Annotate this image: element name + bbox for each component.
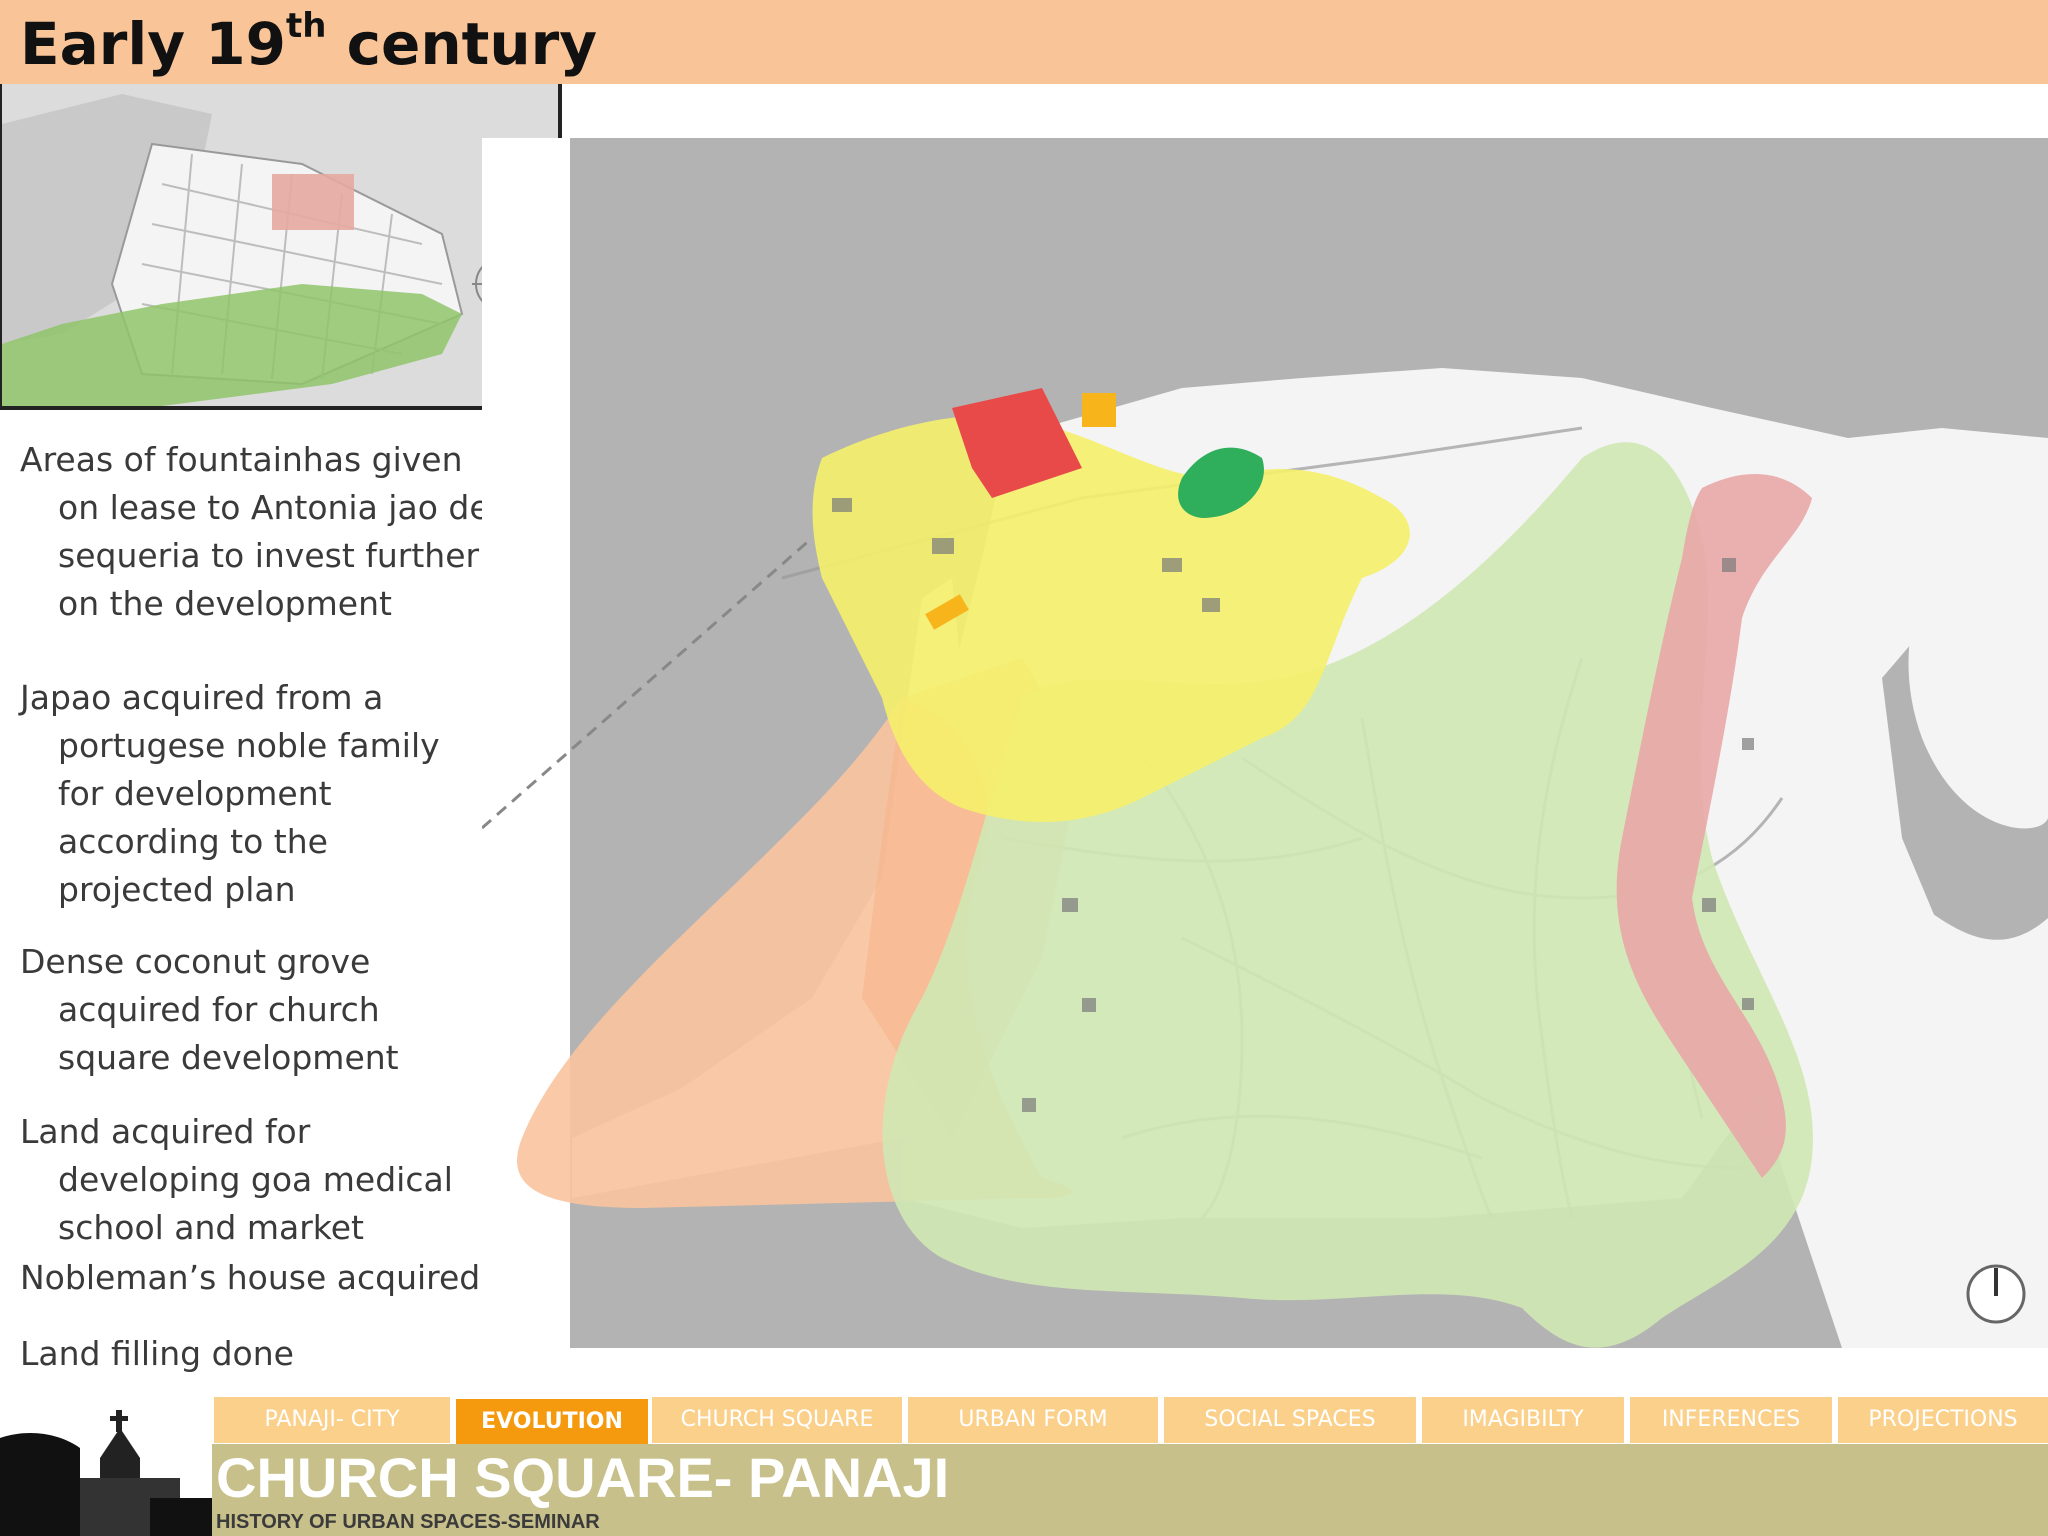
- tab-panaji-city[interactable]: PANAJI- CITY: [214, 1397, 450, 1443]
- evolution-map: [481, 138, 2048, 1354]
- footer-bar: CHURCH SQUARE- PANAJI HISTORY OF URBAN S…: [212, 1444, 2048, 1536]
- note-japao: Japao acquired from a portugese noble fa…: [20, 678, 440, 909]
- note-coconut-grove: Dense coconut grove acquired for church …: [20, 942, 399, 1077]
- church-logo-icon: [0, 1398, 212, 1536]
- note-nobleman-house: Nobleman’s house acquired: [20, 1258, 481, 1297]
- nav-tabs: PANAJI- CITY EVOLUTION CHURCH SQUARE URB…: [212, 1397, 2048, 1445]
- tab-urban-form[interactable]: URBAN FORM: [908, 1397, 1158, 1443]
- tab-inferences[interactable]: INFERENCES: [1630, 1397, 1832, 1443]
- tab-social-spaces[interactable]: SOCIAL SPACES: [1164, 1397, 1416, 1443]
- tab-church-square[interactable]: CHURCH SQUARE: [652, 1397, 902, 1443]
- note-fountainhas: Areas of fountainhas given on lease to A…: [20, 440, 490, 623]
- tab-evolution[interactable]: EVOLUTION: [456, 1399, 648, 1445]
- note-land-filling: Land filling done: [20, 1334, 294, 1373]
- tab-projections[interactable]: PROJECTIONS: [1838, 1397, 2048, 1443]
- orange-block-1: [1082, 393, 1116, 427]
- slide-title: Early 19th century: [20, 6, 598, 78]
- note-medical-school: Land acquired for developing goa medical…: [20, 1112, 453, 1247]
- footer-subtitle: HISTORY OF URBAN SPACES-SEMINAR: [216, 1511, 600, 1533]
- tab-imagibilty[interactable]: IMAGIBILTY: [1422, 1397, 1624, 1443]
- footer-title: CHURCH SQUARE- PANAJI: [216, 1446, 950, 1509]
- historic-map-inset: [0, 84, 562, 410]
